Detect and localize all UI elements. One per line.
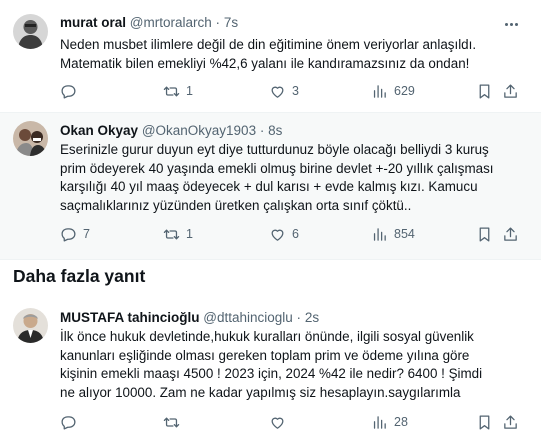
tweet-text-line: Matematik bilen emekliyi %42,6 yalanı il… [60, 55, 470, 71]
bookmark-button[interactable] [476, 81, 493, 101]
views-chart-icon [373, 415, 386, 429]
heart-icon [271, 417, 284, 429]
separator-dot: · [215, 15, 221, 30]
timestamp[interactable]: 2s [305, 310, 319, 325]
view-count: 629 [394, 84, 415, 98]
bookmark-icon [479, 83, 490, 99]
more-horizontal-icon[interactable] [505, 16, 525, 32]
avatar[interactable] [13, 121, 48, 156]
like-button[interactable]: 3 [269, 81, 299, 101]
views-button[interactable]: 28 [371, 412, 408, 432]
tweet-header: Okan Okyay @OkanOkyay1903 · 8s [60, 123, 501, 138]
author-name[interactable]: Okan Okyay [60, 123, 138, 138]
tweet-text-line: İlk önce hukuk devletinde,hukuk kurallar… [60, 329, 474, 344]
tweet-text-line: Eserinizle gurur duyun eyt diye tutturdu… [60, 142, 489, 157]
share-button[interactable] [502, 81, 519, 101]
author-handle[interactable]: @dttahincioglu [203, 310, 293, 325]
tweet-text-line: prim ödeyerek 40 yaşında emekli olmuş bi… [60, 160, 494, 176]
separator-dot: · [296, 310, 302, 325]
share-icon [504, 414, 517, 429]
like-count: 6 [292, 227, 299, 241]
reply-icon [61, 415, 76, 430]
tweet-actions: 28 [60, 412, 520, 432]
tweet-text-line: kişinin emekli maaşı 4500 ! 2023 için, 2… [60, 366, 483, 382]
reply-count: 7 [83, 227, 90, 241]
author-name[interactable]: MUSTAFA tahincioğlu [60, 310, 200, 325]
retweet-button[interactable]: 1 [163, 81, 193, 101]
avatar[interactable] [13, 308, 48, 343]
retweet-icon [163, 229, 180, 239]
tweet-actions: 7 1 6 854 [60, 224, 520, 244]
section-title: Daha fazla yanıt [13, 266, 146, 286]
share-button[interactable] [502, 224, 519, 244]
share-button[interactable] [502, 412, 519, 432]
tweet-text-line: saçmalıklarınız yüzünden üretken çalışka… [60, 197, 412, 213]
retweet-button[interactable] [163, 412, 186, 432]
views-chart-icon [373, 84, 386, 98]
tweet-text-line: ne alıyor 10000. Zam ne kadar yapılmış s… [60, 384, 461, 400]
retweet-icon [163, 417, 180, 427]
like-count: 3 [292, 84, 299, 98]
like-button[interactable]: 6 [269, 224, 299, 244]
reply-button[interactable]: 7 [60, 224, 90, 244]
retweet-button[interactable]: 1 [163, 224, 193, 244]
retweet-count: 1 [186, 84, 193, 98]
tweet-header: MUSTAFA tahincioğlu @dttahincioglu · 2s [60, 310, 501, 325]
tweet-text-line: karşılığı 40 yıl maaş ödeyecek + dul kar… [60, 179, 478, 195]
avatar[interactable] [13, 14, 48, 49]
bookmark-button[interactable] [476, 412, 493, 432]
reply-button[interactable] [60, 412, 83, 432]
timestamp[interactable]: 7s [224, 15, 238, 30]
tweet[interactable]: MUSTAFA tahincioğlu @dttahincioglu · 2s … [0, 296, 541, 443]
heart-icon [271, 229, 284, 241]
views-button[interactable]: 854 [371, 224, 415, 244]
views-chart-icon [373, 227, 386, 241]
author-handle[interactable]: @OkanOkyay1903 [142, 123, 256, 138]
tweet-actions: 1 3 629 [60, 81, 520, 101]
tweet[interactable]: Okan Okyay @OkanOkyay1903 · 8s Eserinizl… [0, 113, 541, 260]
tweet-text: İlk önce hukuk devletinde,hukuk kurallar… [60, 328, 532, 402]
share-icon [504, 226, 517, 241]
bookmark-button[interactable] [476, 224, 493, 244]
more-replies-section: Daha fazla yanıt [0, 260, 541, 296]
view-count: 28 [394, 415, 408, 429]
tweet[interactable]: murat oral @mrtoralarch · 7s Neden musbe… [0, 0, 541, 113]
author-name[interactable]: murat oral [60, 15, 126, 30]
share-icon [504, 83, 517, 98]
tweet-text: Eserinizle gurur duyun eyt diye tutturdu… [60, 141, 532, 215]
tweet-text: Neden musbet ilimlere değil de din eğiti… [60, 36, 532, 73]
retweet-icon [163, 86, 180, 96]
reply-icon [61, 84, 76, 99]
bookmark-icon [479, 226, 490, 242]
heart-icon [271, 86, 284, 98]
author-handle[interactable]: @mrtoralarch [130, 15, 212, 30]
tweet-header: murat oral @mrtoralarch · 7s [60, 15, 501, 30]
tweet-text-line: kanunları eşliğinde olması gereken topla… [60, 347, 470, 363]
reply-button[interactable] [60, 81, 83, 101]
view-count: 854 [394, 227, 415, 241]
like-button[interactable] [269, 412, 292, 432]
separator-dot: · [259, 123, 265, 138]
bookmark-icon [479, 414, 490, 430]
retweet-count: 1 [186, 227, 193, 241]
tweet-text-line: Neden musbet ilimlere değil de din eğiti… [60, 37, 477, 52]
timestamp[interactable]: 8s [268, 123, 282, 138]
views-button[interactable]: 629 [371, 81, 415, 101]
reply-icon [61, 227, 76, 242]
